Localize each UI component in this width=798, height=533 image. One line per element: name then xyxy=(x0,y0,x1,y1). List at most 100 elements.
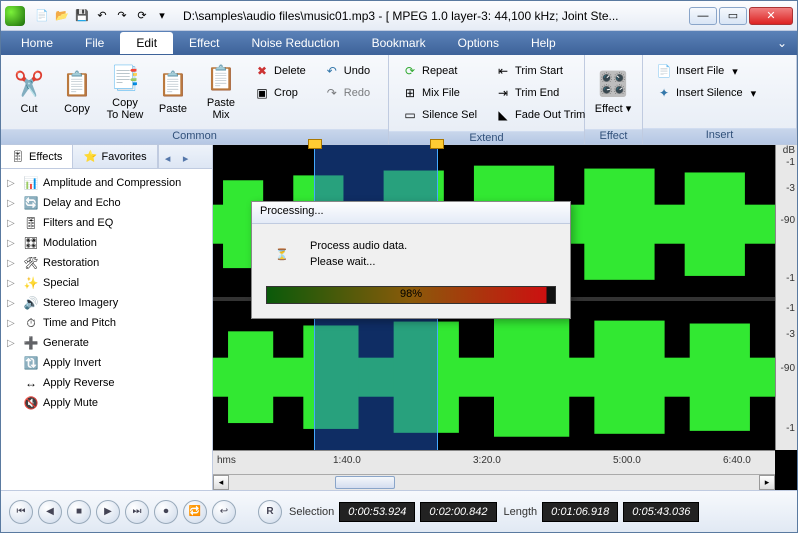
expand-icon[interactable]: ▷ xyxy=(7,338,19,349)
expand-icon[interactable]: ▷ xyxy=(7,278,19,289)
qa-open-icon[interactable]: 📂 xyxy=(53,7,71,25)
copy-button[interactable]: 📋Copy xyxy=(53,59,101,125)
copy-new-icon: 📑 xyxy=(109,63,141,95)
menu-collapse-icon[interactable]: ⌄ xyxy=(771,32,793,54)
copy-to-new-button[interactable]: 📑Copy To New xyxy=(101,59,149,125)
expand-icon[interactable]: ▷ xyxy=(7,318,19,329)
scroll-thumb[interactable] xyxy=(335,476,395,489)
qa-save-icon[interactable]: 💾 xyxy=(73,7,91,25)
tree-item[interactable]: ↔Apply Reverse xyxy=(3,373,210,393)
trim-end-icon: ⇥ xyxy=(495,85,511,101)
length-b-time: 0:05:43.036 xyxy=(623,502,699,522)
mix-file-button[interactable]: ⊞Mix File xyxy=(397,83,482,103)
expand-icon[interactable]: ▷ xyxy=(7,238,19,249)
effects-tree: ▷📊Amplitude and Compression ▷🔄Delay and … xyxy=(1,169,212,490)
star-icon: ⭐ xyxy=(83,150,97,164)
transport-stop-button[interactable]: ■ xyxy=(67,500,91,524)
close-button[interactable]: ✕ xyxy=(749,7,793,25)
selection-handle-right[interactable] xyxy=(430,139,444,149)
transport-play-button[interactable]: ▶ xyxy=(96,500,120,524)
chevron-down-icon: ▾ xyxy=(751,87,757,100)
paste-mix-icon: 📋 xyxy=(205,63,237,95)
trim-end-button[interactable]: ⇥Trim End xyxy=(490,83,590,103)
tree-item[interactable]: ▷🛠Restoration xyxy=(3,253,210,273)
progress-value: 98% xyxy=(267,288,555,300)
transport-loop-button[interactable]: 🔁 xyxy=(183,500,207,524)
modulation-icon: 🎛 xyxy=(23,235,39,251)
paste-icon: 📋 xyxy=(157,69,189,101)
sidebar-nav-right[interactable]: ▸ xyxy=(177,148,195,168)
tree-item[interactable]: 🔇Apply Mute xyxy=(3,393,210,413)
ribbon-group-effect: Effect xyxy=(585,129,642,144)
cut-button[interactable]: ✂️Cut xyxy=(5,59,53,125)
silence-sel-button[interactable]: ▭Silence Sel xyxy=(397,105,482,125)
redo-icon: ↷ xyxy=(324,85,340,101)
tree-item[interactable]: ▷📊Amplitude and Compression xyxy=(3,173,210,193)
qa-dropdown-icon[interactable]: ▾ xyxy=(153,7,171,25)
expand-icon[interactable]: ▷ xyxy=(7,198,19,209)
maximize-button[interactable]: ▭ xyxy=(719,7,747,25)
menu-edit[interactable]: Edit xyxy=(120,32,173,54)
transport-record-button[interactable]: ⏺ xyxy=(154,500,178,524)
sidebar-nav-left[interactable]: ◂ xyxy=(159,148,177,168)
tree-item[interactable]: ▷✨Special xyxy=(3,273,210,293)
trim-start-button[interactable]: ⇤Trim Start xyxy=(490,61,590,81)
quick-access-toolbar: 📄 📂 💾 ↶ ↷ ⟳ ▾ xyxy=(33,7,171,25)
menu-options[interactable]: Options xyxy=(442,32,515,54)
menu-noise-reduction[interactable]: Noise Reduction xyxy=(236,32,356,54)
transport-end-button[interactable]: ⏭ xyxy=(125,500,149,524)
insert-silence-button[interactable]: ✦Insert Silence▾ xyxy=(651,83,761,103)
tree-item[interactable]: ▷🎚Filters and EQ xyxy=(3,213,210,233)
insert-silence-icon: ✦ xyxy=(656,85,672,101)
redo-button[interactable]: ↷Redo xyxy=(319,83,375,103)
insert-file-button[interactable]: 📄Insert File▾ xyxy=(651,61,761,81)
expand-icon[interactable]: ▷ xyxy=(7,178,19,189)
tree-item[interactable]: ▷🎛Modulation xyxy=(3,233,210,253)
crop-button[interactable]: ▣Crop xyxy=(249,83,311,103)
sidebar-tab-favorites[interactable]: ⭐Favorites xyxy=(73,145,157,168)
transport-return-button[interactable]: ↩ xyxy=(212,500,236,524)
qa-redo-icon[interactable]: ↷ xyxy=(113,7,131,25)
tree-item[interactable]: 🔃Apply Invert xyxy=(3,353,210,373)
scroll-right-button[interactable]: ▸ xyxy=(759,475,775,490)
menu-bookmark[interactable]: Bookmark xyxy=(356,32,442,54)
tree-item[interactable]: ▷🔊Stereo Imagery xyxy=(3,293,210,313)
tree-item[interactable]: ▷⏱Time and Pitch xyxy=(3,313,210,333)
qa-refresh-icon[interactable]: ⟳ xyxy=(133,7,151,25)
timeline[interactable]: hms 1:40.0 3:20.0 5:00.0 6:40.0 xyxy=(213,450,775,474)
transport-r-button[interactable]: R xyxy=(258,500,282,524)
delete-button[interactable]: ✖Delete xyxy=(249,61,311,81)
menu-home[interactable]: Home xyxy=(5,32,69,54)
menu-effect[interactable]: Effect xyxy=(173,32,235,54)
sidebar-tab-effects[interactable]: 🎚Effects xyxy=(1,145,73,168)
tree-item[interactable]: ▷🔄Delay and Echo xyxy=(3,193,210,213)
undo-button[interactable]: ↶Undo xyxy=(319,61,375,81)
expand-icon[interactable]: ▷ xyxy=(7,258,19,269)
ribbon-group-insert: Insert xyxy=(643,128,796,144)
transport-start-button[interactable]: ⏮ xyxy=(9,500,33,524)
repeat-icon: ⟳ xyxy=(402,63,418,79)
ribbon: ✂️Cut 📋Copy 📑Copy To New 📋Paste 📋Paste M… xyxy=(1,55,797,145)
waveform-right-channel[interactable] xyxy=(213,304,775,450)
qa-new-icon[interactable]: 📄 xyxy=(33,7,51,25)
qa-undo-icon[interactable]: ↶ xyxy=(93,7,111,25)
effect-button[interactable]: 🎛️Effect ▾ xyxy=(589,59,637,125)
menu-file[interactable]: File xyxy=(69,32,120,54)
repeat-button[interactable]: ⟳Repeat xyxy=(397,61,482,81)
paste-button[interactable]: 📋Paste xyxy=(149,59,197,125)
expand-icon[interactable]: ▷ xyxy=(7,218,19,229)
scroll-left-button[interactable]: ◂ xyxy=(213,475,229,490)
stereo-icon: 🔊 xyxy=(23,295,39,311)
horizontal-scrollbar[interactable]: ◂ ▸ xyxy=(213,474,775,490)
expand-icon[interactable]: ▷ xyxy=(7,298,19,309)
minimize-button[interactable]: — xyxy=(689,7,717,25)
menu-help[interactable]: Help xyxy=(515,32,572,54)
selection-handle-left[interactable] xyxy=(308,139,322,149)
scissors-icon: ✂️ xyxy=(13,69,45,101)
paste-mix-button[interactable]: 📋Paste Mix xyxy=(197,59,245,125)
progress-bar: 98% xyxy=(266,286,556,304)
tree-item[interactable]: ▷➕Generate xyxy=(3,333,210,353)
generate-icon: ➕ xyxy=(23,335,39,351)
transport-rewind-button[interactable]: ◀ xyxy=(38,500,62,524)
fade-out-trim-button[interactable]: ◣Fade Out Trim xyxy=(490,105,590,125)
